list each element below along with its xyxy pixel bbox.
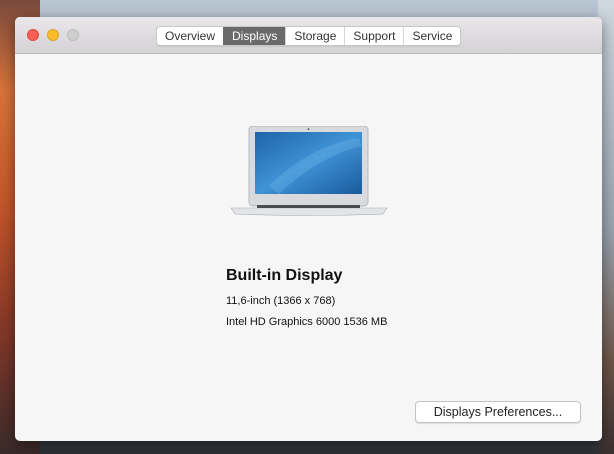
graphics-info: Intel HD Graphics 6000 1536 MB: [226, 316, 388, 328]
tab-support[interactable]: Support: [344, 27, 403, 45]
tab-storage[interactable]: Storage: [285, 27, 344, 45]
close-button[interactable]: [27, 29, 39, 41]
tab-displays[interactable]: Displays: [223, 27, 286, 45]
about-this-mac-window: Overview Displays Storage Support Servic…: [15, 17, 602, 441]
tab-overview[interactable]: Overview: [157, 27, 223, 45]
displays-preferences-button[interactable]: Displays Preferences...: [415, 401, 581, 423]
tab-bar: Overview Displays Storage Support Servic…: [156, 26, 462, 46]
titlebar: Overview Displays Storage Support Servic…: [15, 17, 602, 54]
display-name: Built-in Display: [226, 267, 343, 284]
tab-service[interactable]: Service: [403, 27, 460, 45]
laptop-icon: [230, 126, 388, 216]
display-size: 11,6-inch (1366 x 768): [226, 295, 336, 307]
minimize-button[interactable]: [47, 29, 59, 41]
zoom-button[interactable]: [67, 29, 79, 41]
display-info: Built-in Display 11,6-inch (1366 x 768) …: [226, 267, 387, 337]
